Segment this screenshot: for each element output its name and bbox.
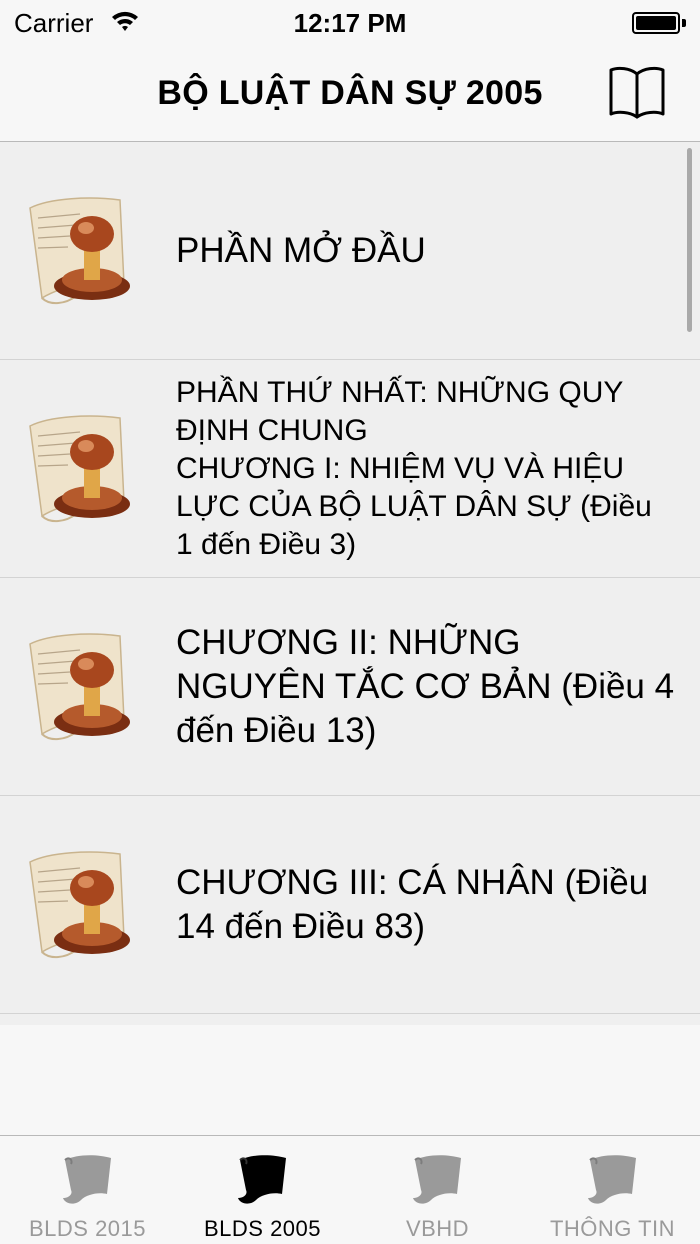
- list-item[interactable]: CHƯƠNG II: NHỮNG NGUYÊN TẮC CƠ BẢN (Điều…: [0, 578, 700, 796]
- list-item[interactable]: PHẦN THỨ NHẤT: NHỮNG QUY ĐỊNH CHUNG CHƯƠ…: [0, 360, 700, 578]
- scroll-stamp-icon: [29, 633, 130, 740]
- tab-label: THÔNG TIN: [549, 1216, 676, 1241]
- tab-thong-tin[interactable]: THÔNG TIN: [525, 1136, 700, 1244]
- list-item[interactable]: CHƯƠNG III: CÁ NHÂN (Điều 14 đến Điều 83…: [0, 796, 700, 1014]
- status-bar: Carrier 12:17 PM: [0, 0, 700, 46]
- scroll-icon: [412, 1155, 461, 1204]
- page-title: BỘ LUẬT DÂN SỰ 2005: [157, 74, 543, 112]
- list-item-label: CHƯƠNG II: NHỮNG NGUYÊN TẮC CƠ BẢN (Điều…: [176, 622, 675, 750]
- scroll-icon: [237, 1155, 286, 1204]
- battery-icon: [632, 12, 686, 34]
- tab-label: BLDS 2005: [203, 1216, 322, 1241]
- list-item-label: CHƯƠNG III: CÁ NHÂN (Điều 14 đến Điều 83…: [176, 862, 649, 946]
- chapter-list[interactable]: PHẦN MỞ ĐẦU PHẦN THỨ NHẤT: NHỮNG QUY ĐỊN…: [0, 142, 700, 1025]
- list-item[interactable]: PHẦN MỞ ĐẦU: [0, 142, 700, 360]
- scroll-stamp-icon: [29, 851, 130, 958]
- scroll-icon: [62, 1155, 111, 1204]
- scroll-stamp-icon: [29, 197, 130, 304]
- open-book-icon[interactable]: [608, 64, 666, 120]
- tab-bar: BLDS 2015 BLDS 2005 VBHD THÔNG TIN: [0, 1135, 700, 1244]
- scroll-icon: [587, 1155, 636, 1204]
- scrollbar[interactable]: [687, 148, 692, 332]
- clock: 12:17 PM: [293, 8, 407, 38]
- tab-blds-2015[interactable]: BLDS 2015: [0, 1136, 175, 1244]
- list-footer: [0, 1025, 700, 1135]
- scroll-stamp-icon: [29, 415, 130, 522]
- tab-blds-2005[interactable]: BLDS 2005: [175, 1136, 350, 1244]
- navigation-bar: BỘ LUẬT DÂN SỰ 2005: [0, 46, 700, 142]
- tab-label: BLDS 2015: [28, 1216, 147, 1241]
- list-item-label: PHẦN THỨ NHẤT: NHỮNG QUY ĐỊNH CHUNG CHƯƠ…: [176, 375, 652, 561]
- tab-vbhd[interactable]: VBHD: [350, 1136, 525, 1244]
- list-item-label: PHẦN MỞ ĐẦU: [176, 230, 426, 270]
- tab-label: VBHD: [405, 1216, 470, 1241]
